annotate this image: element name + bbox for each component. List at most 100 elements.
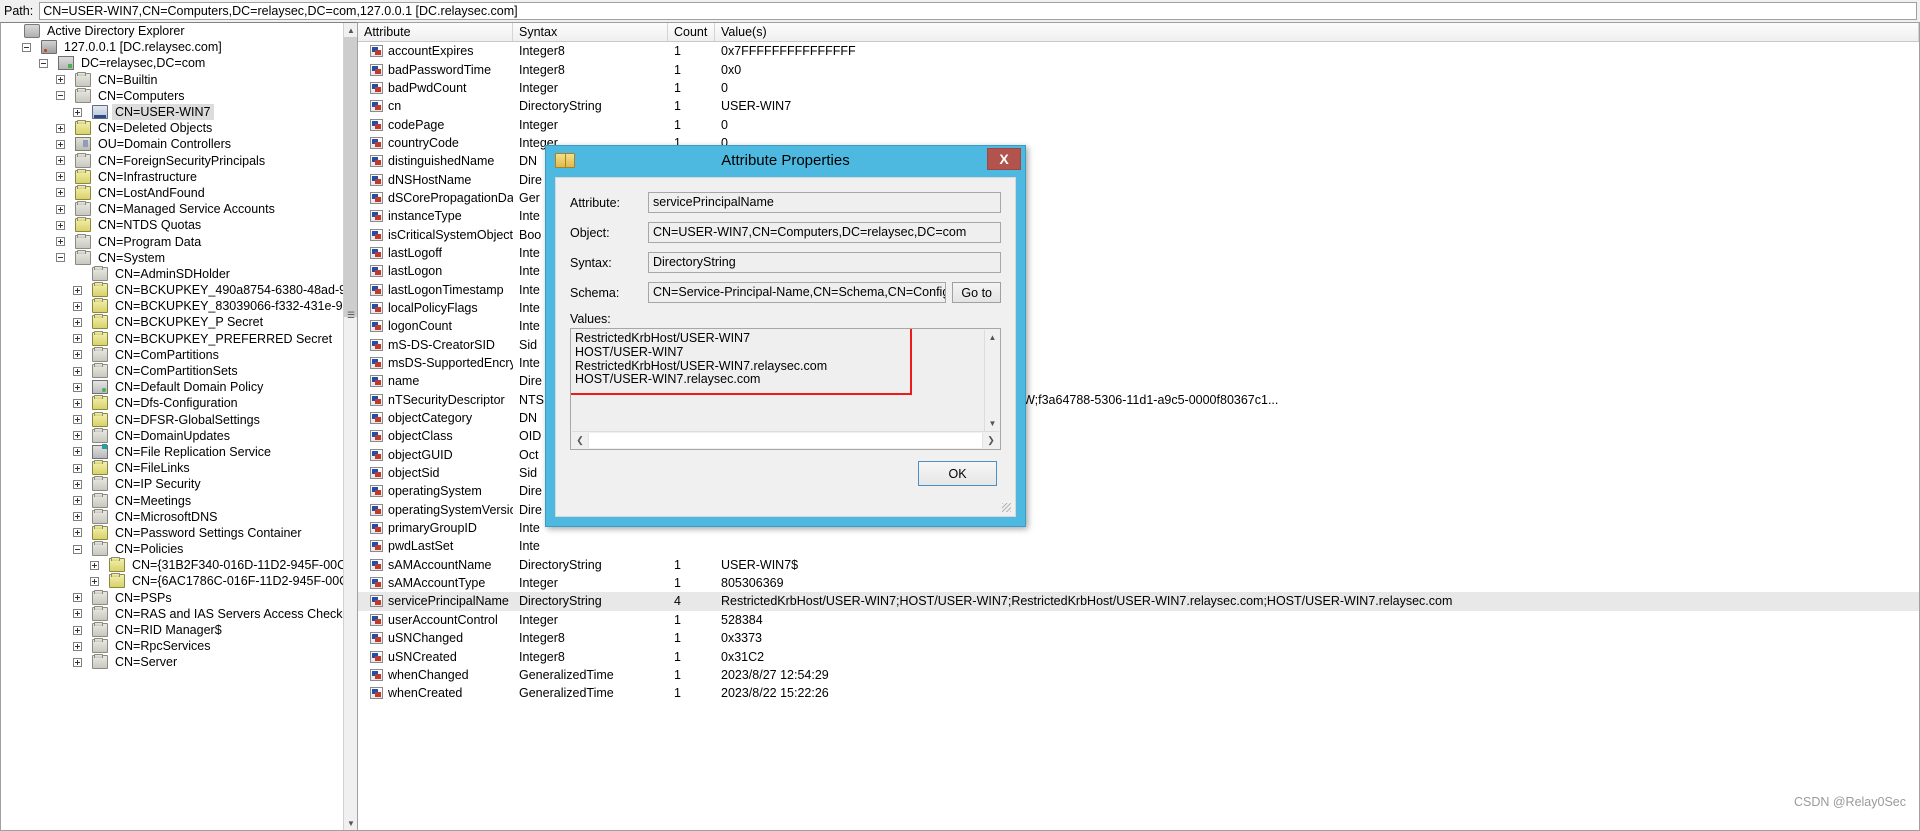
table-row[interactable]: whenCreated GeneralizedTime 1 2023/8/22 15:…: [358, 684, 1919, 702]
dialog-resize-grip-icon[interactable]: [1002, 503, 1011, 512]
tree-item[interactable]: CN=File Replication Service: [1, 443, 345, 460]
tree-item[interactable]: CN=RID Manager$: [1, 622, 345, 638]
tree-item[interactable]: 127.0.0.1 [DC.relaysec.com]: [1, 39, 345, 55]
expand-icon[interactable]: [73, 301, 82, 311]
ok-button[interactable]: OK: [918, 461, 997, 486]
value-list-item[interactable]: HOST/USER-WIN7.relaysec.com: [575, 373, 996, 387]
tree-item[interactable]: CN=LostAndFound: [1, 184, 345, 201]
close-icon[interactable]: X: [987, 148, 1021, 170]
column-header-count[interactable]: Count: [668, 23, 715, 41]
directory-tree[interactable]: Active Directory Explorer 127.0.0.1 [DC.r…: [1, 23, 357, 830]
tree-scrollbar-grip-icon[interactable]: ☰: [344, 308, 357, 322]
collapse-icon[interactable]: [56, 253, 65, 263]
values-scroll-left-icon[interactable]: ❮: [572, 433, 588, 448]
expand-icon[interactable]: [73, 641, 82, 651]
tree-item[interactable]: CN=RAS and IAS Servers Access Check: [1, 605, 345, 622]
tree-item[interactable]: CN=ForeignSecurityPrincipals: [1, 152, 345, 169]
tree-item[interactable]: CN=Password Settings Container: [1, 524, 345, 541]
expand-icon[interactable]: [73, 496, 82, 506]
tree-item[interactable]: CN=BCKUPKEY_490a8754-6380-48ad-948b-8ea: [1, 282, 357, 298]
tree-item[interactable]: CN=Computers: [1, 87, 345, 104]
expand-icon[interactable]: [73, 350, 82, 360]
column-header-values[interactable]: Value(s): [715, 23, 1919, 41]
scroll-up-icon[interactable]: ▲: [344, 23, 357, 37]
tree-item[interactable]: CN=DomainUpdates: [1, 427, 345, 444]
table-row[interactable]: badPasswordTime Integer8 1 0x0: [358, 60, 1919, 78]
table-row[interactable]: cn DirectoryString 1 USER-WIN7: [358, 97, 1919, 115]
tree-item[interactable]: CN=BCKUPKEY_PREFERRED Secret: [1, 330, 345, 347]
dialog-field-input[interactable]: CN=Service-Principal-Name,CN=Schema,CN=C…: [648, 282, 947, 303]
tree-item[interactable]: CN=Deleted Objects: [1, 120, 345, 136]
tree-item[interactable]: CN=Program Data: [1, 233, 345, 249]
go-to-button[interactable]: Go to: [952, 282, 1001, 303]
values-vertical-scrollbar[interactable]: ▲ ▼: [984, 330, 999, 431]
tree-item[interactable]: CN=ComPartitionSets: [1, 363, 345, 379]
table-row[interactable]: badPwdCount Integer 1 0: [358, 79, 1919, 97]
tree-item[interactable]: CN=Dfs-Configuration: [1, 395, 345, 411]
tree-item[interactable]: CN=BCKUPKEY_P Secret: [1, 314, 345, 330]
tree-item[interactable]: CN=BCKUPKEY_83039066-f332-431e-9db5-bbf2: [1, 298, 357, 314]
table-row[interactable]: userAccountControl Integer 1 528384: [358, 611, 1919, 629]
values-scroll-right-icon[interactable]: ❯: [983, 433, 999, 448]
tree-item[interactable]: CN=FileLinks: [1, 460, 345, 476]
table-row[interactable]: whenChanged GeneralizedTime 1 2023/8/27 12:…: [358, 666, 1919, 684]
expand-icon[interactable]: [73, 479, 82, 489]
values-scroll-down-icon[interactable]: ▼: [985, 416, 1000, 431]
expand-icon[interactable]: [73, 609, 82, 619]
tree-item[interactable]: CN=Builtin: [1, 71, 345, 88]
collapse-icon[interactable]: [39, 58, 48, 68]
collapse-icon[interactable]: [73, 544, 82, 554]
tree-item[interactable]: CN=PSPs: [1, 589, 345, 606]
expand-icon[interactable]: [73, 625, 82, 635]
expand-icon[interactable]: [56, 204, 65, 214]
table-row[interactable]: uSNCreated Integer8 1 0x31C2: [358, 647, 1919, 665]
expand-icon[interactable]: [90, 560, 99, 570]
dialog-field-input[interactable]: CN=USER-WIN7,CN=Computers,DC=relaysec,DC…: [648, 222, 1001, 243]
tree-item[interactable]: CN=USER-WIN7: [1, 104, 345, 121]
expand-icon[interactable]: [90, 576, 99, 586]
tree-item[interactable]: CN={31B2F340-016D-11D2-945F-00C04FB98: [1, 557, 357, 573]
table-row[interactable]: pwdLastSet Inte: [358, 537, 1919, 555]
tree-item[interactable]: CN=Default Domain Policy: [1, 379, 345, 395]
values-list[interactable]: RestrictedKrbHost/USER-WIN7 HOST/USER-WIN…: [571, 329, 1000, 390]
expand-icon[interactable]: [56, 172, 65, 182]
expand-icon[interactable]: [73, 657, 82, 667]
value-list-item[interactable]: RestrictedKrbHost/USER-WIN7.relaysec.com: [575, 359, 996, 374]
expand-icon[interactable]: [73, 317, 82, 327]
expand-icon[interactable]: [73, 285, 82, 295]
expand-icon[interactable]: [56, 156, 65, 166]
dialog-field-input[interactable]: servicePrincipalName: [648, 192, 1001, 213]
value-list-item[interactable]: RestrictedKrbHost/USER-WIN7: [575, 331, 996, 346]
tree-item[interactable]: CN=Policies: [1, 541, 345, 557]
tree-item[interactable]: DC=relaysec,DC=com: [1, 55, 345, 71]
table-row[interactable]: sAMAccountType Integer 1 805306369: [358, 574, 1919, 592]
expand-icon[interactable]: [56, 123, 65, 133]
tree-item[interactable]: OU=Domain Controllers: [1, 136, 345, 152]
values-horizontal-scrollbar[interactable]: ❮ ❯: [572, 431, 999, 448]
expand-icon[interactable]: [73, 366, 82, 376]
tree-scrollbar-thumb[interactable]: [344, 37, 357, 317]
tree-item[interactable]: CN=Managed Service Accounts: [1, 201, 345, 217]
tree-item[interactable]: Active Directory Explorer: [1, 23, 345, 39]
dialog-field-input[interactable]: DirectoryString: [648, 252, 1001, 273]
tree-item[interactable]: CN=RpcServices: [1, 638, 345, 654]
expand-icon[interactable]: [73, 398, 82, 408]
tree-item[interactable]: CN=IP Security: [1, 476, 345, 492]
tree-item[interactable]: CN={6AC1786C-016F-11D2-945F-00C04FB98: [1, 573, 357, 589]
expand-icon[interactable]: [73, 593, 82, 603]
tree-item[interactable]: CN=MicrosoftDNS: [1, 508, 345, 525]
scroll-down-icon[interactable]: ▼: [344, 816, 357, 830]
values-listbox[interactable]: RestrictedKrbHost/USER-WIN7 HOST/USER-WIN…: [570, 328, 1001, 450]
tree-item[interactable]: CN=Meetings: [1, 492, 345, 508]
expand-icon[interactable]: [73, 431, 82, 441]
table-row[interactable]: uSNChanged Integer8 1 0x3373: [358, 629, 1919, 647]
expand-icon[interactable]: [56, 188, 65, 198]
value-list-item[interactable]: HOST/USER-WIN7: [575, 345, 996, 360]
expand-icon[interactable]: [56, 237, 65, 247]
expand-icon[interactable]: [73, 334, 82, 344]
tree-item[interactable]: CN=System: [1, 249, 345, 266]
expand-icon[interactable]: [56, 139, 65, 149]
tree-item[interactable]: CN=Infrastructure: [1, 168, 345, 185]
tree-item[interactable]: CN=DFSR-GlobalSettings: [1, 411, 345, 428]
collapse-icon[interactable]: [56, 91, 65, 101]
